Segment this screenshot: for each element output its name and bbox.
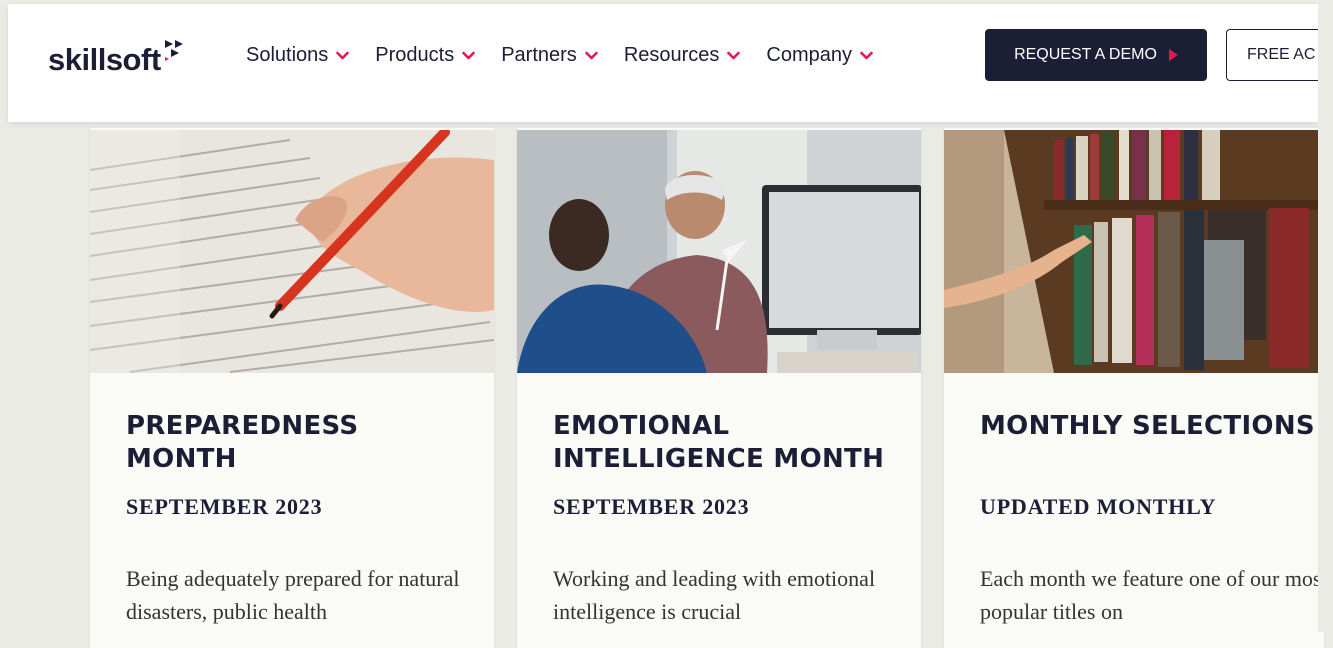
card-title: EMOTIONAL INTELLIGENCE MONTH — [553, 411, 885, 474]
card-date: UPDATED MONTHLY — [980, 494, 1217, 519]
meeting-image — [517, 130, 921, 373]
nav-resources[interactable]: Resources — [624, 44, 741, 67]
card-date: SEPTEMBER 2023 — [126, 494, 323, 519]
free-account-label: FREE AC — [1247, 46, 1316, 63]
skillsoft-logo[interactable]: skillsoft — [48, 40, 189, 78]
nav-partners[interactable]: Partners — [501, 44, 598, 67]
logo-text: skillsoft — [48, 42, 161, 77]
nav-label: Partners — [501, 44, 577, 66]
library-shelf-image — [944, 130, 1324, 373]
chevron-down-icon — [585, 51, 598, 60]
nav-solutions[interactable]: Solutions — [246, 44, 350, 67]
card-image — [90, 130, 494, 373]
card-title: PREPAREDNESS MONTH — [126, 411, 359, 474]
card-description: Working and leading with emotional intel… — [553, 566, 876, 624]
free-account-button[interactable]: FREE AC — [1226, 29, 1333, 81]
logo-arrows-icon — [164, 40, 183, 61]
card-emotional-intelligence[interactable]: EMOTIONAL INTELLIGENCE MONTH SEPTEMBER 2… — [517, 128, 921, 648]
card-image — [517, 130, 921, 373]
nav-company[interactable]: Company — [766, 44, 873, 67]
request-demo-label: REQUEST A DEMO — [1014, 46, 1157, 63]
nav-label: Resources — [623, 44, 720, 66]
page-edge — [1318, 0, 1333, 632]
card-image — [944, 130, 1324, 373]
card-monthly-selections[interactable]: MONTHLY SELECTIONS UPDATED MONTHLY Each … — [944, 128, 1324, 648]
card-date: SEPTEMBER 2023 — [553, 494, 750, 519]
chevron-down-icon — [860, 51, 873, 60]
card-description: Each month we feature one of our most po… — [980, 566, 1324, 624]
nav-products[interactable]: Products — [375, 44, 476, 67]
request-demo-button[interactable]: REQUEST A DEMO — [985, 29, 1207, 81]
main-nav: Solutions Products Partners Resources Co… — [246, 44, 899, 67]
chevron-down-icon — [462, 51, 476, 60]
card-preparedness[interactable]: PREPAREDNESS MONTH SEPTEMBER 2023 Being … — [90, 128, 494, 648]
card-title: MONTHLY SELECTIONS — [980, 411, 1315, 441]
hand-writing-image — [90, 130, 494, 373]
chevron-down-icon — [727, 51, 741, 60]
play-arrow-icon — [1168, 49, 1178, 61]
nav-label: Solutions — [246, 44, 329, 66]
site-header: skillsoft Solutions Products Partners Re… — [8, 4, 1333, 122]
nav-label: Products — [375, 44, 455, 66]
card-description: Being adequately prepared for natural di… — [126, 566, 460, 624]
nav-label: Company — [766, 44, 853, 66]
chevron-down-icon — [336, 51, 350, 60]
